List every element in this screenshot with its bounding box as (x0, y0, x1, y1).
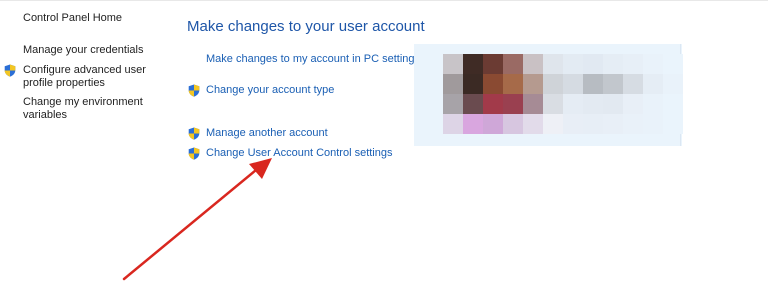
nav-control-panel-home[interactable]: Control Panel Home (23, 12, 163, 25)
avatar-pixel (663, 74, 683, 94)
avatar-pixel (643, 94, 663, 114)
avatar-pixel (603, 74, 623, 94)
nav-advanced-profile[interactable]: Configure advanced user profile properti… (23, 64, 163, 90)
manage-another-account-link[interactable]: Manage another account (206, 127, 328, 140)
page-title: Make changes to your user account (187, 18, 425, 35)
avatar-pixel (623, 74, 643, 94)
avatar-pixel (463, 94, 483, 114)
avatar-pixel (583, 54, 603, 74)
avatar-pixel (643, 114, 663, 134)
nav-environment-variables[interactable]: Change my environment variables (23, 96, 163, 122)
avatar-pixel (523, 94, 543, 114)
uac-shield-icon (188, 147, 200, 160)
avatar-pixel (663, 54, 683, 74)
avatar-pixel (443, 54, 463, 74)
avatar-pixel (563, 94, 583, 114)
avatar-pixel (443, 74, 463, 94)
avatar-pixel (523, 54, 543, 74)
change-account-type-link[interactable]: Change your account type (206, 84, 334, 97)
avatar-pixel (483, 94, 503, 114)
avatar-pixel (603, 114, 623, 134)
avatar-pixel (623, 114, 643, 134)
avatar-pixel (483, 54, 503, 74)
avatar-pixel (543, 114, 563, 134)
avatar-pixel (503, 54, 523, 74)
avatar-pixel (583, 114, 603, 134)
avatar-pixel (463, 74, 483, 94)
avatar-pixel (463, 114, 483, 134)
uac-settings-link[interactable]: Change User Account Control settings (206, 147, 393, 160)
avatar-pixel (603, 54, 623, 74)
avatar-pixel (503, 74, 523, 94)
avatar-pixel (643, 54, 663, 74)
avatar-pixel (563, 74, 583, 94)
nav-manage-credentials[interactable]: Manage your credentials (23, 44, 163, 57)
account-picture (443, 54, 683, 134)
avatar-pixel (543, 54, 563, 74)
avatar-pixel (563, 114, 583, 134)
avatar-pixel (643, 74, 663, 94)
uac-shield-icon (4, 64, 16, 77)
pc-settings-link[interactable]: Make changes to my account in PC setting… (206, 53, 420, 66)
avatar-pixel (583, 94, 603, 114)
avatar-pixel (523, 114, 543, 134)
avatar-pixel (443, 94, 463, 114)
left-nav: Control Panel Home Manage your credentia… (0, 0, 170, 284)
avatar-pixel (483, 114, 503, 134)
avatar-pixel (443, 114, 463, 134)
uac-shield-icon (188, 127, 200, 140)
avatar-pixel (543, 94, 563, 114)
avatar-pixel (543, 74, 563, 94)
avatar-pixel (523, 74, 543, 94)
avatar-pixel (483, 74, 503, 94)
avatar-pixel (503, 94, 523, 114)
avatar-pixel (663, 94, 683, 114)
avatar-pixel (583, 74, 603, 94)
avatar-pixel (663, 114, 683, 134)
avatar-pixel (563, 54, 583, 74)
avatar-pixel (623, 94, 643, 114)
avatar-pixel (463, 54, 483, 74)
avatar-pixel (503, 114, 523, 134)
avatar-pixel (623, 54, 643, 74)
uac-shield-icon (188, 84, 200, 97)
avatar-pixel (603, 94, 623, 114)
